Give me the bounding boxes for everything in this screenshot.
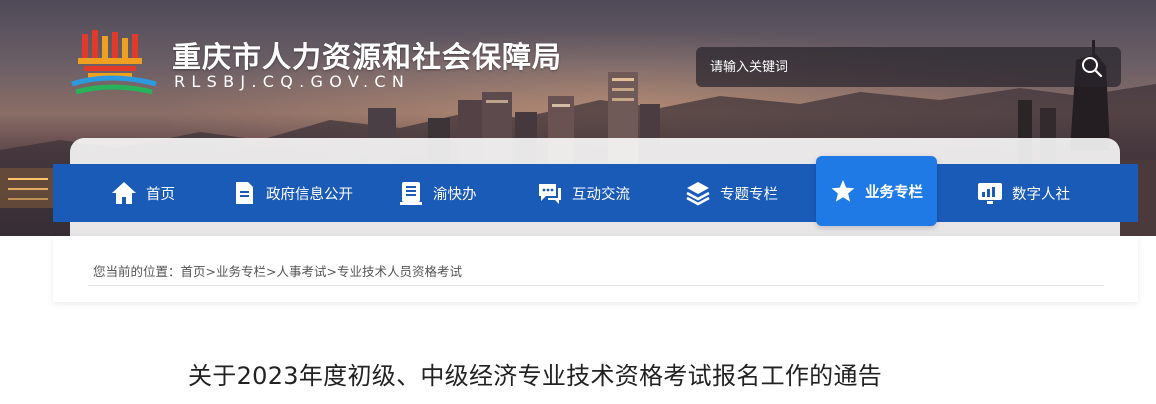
nav-item-business[interactable]: 业务专栏 [816, 156, 937, 226]
nav-item-home[interactable]: 首页 [111, 164, 175, 222]
chat-icon [539, 184, 561, 204]
nav-item-gov-info[interactable]: 政府信息公开 [231, 164, 353, 222]
breadcrumb-link-professional-exam[interactable]: 专业技术人员资格考试 [337, 264, 462, 279]
breadcrumb-prefix: 您当前的位置： [93, 264, 181, 279]
nav-item-label: 首页 [146, 186, 175, 203]
nav-item-interaction[interactable]: 互动交流 [537, 164, 630, 222]
star-icon [831, 180, 855, 202]
breadcrumb-divider [88, 285, 1104, 286]
search-icon[interactable] [1081, 56, 1103, 78]
breadcrumb-link-exams[interactable]: 人事考试 [277, 264, 327, 279]
breadcrumb-separator: > [266, 264, 277, 279]
monitor-chart-icon [978, 183, 1002, 204]
nav-item-label: 渝快办 [433, 186, 477, 203]
nav-item-label: 政府信息公开 [266, 186, 353, 203]
search-input[interactable] [710, 59, 1070, 75]
breadcrumb-separator: > [205, 264, 217, 279]
breadcrumb-link-home[interactable]: 首页 [181, 264, 206, 279]
home-icon [112, 182, 136, 204]
article-title: 关于2023年度初级、中级经济专业技术资格考试报名工作的通告 [188, 362, 883, 390]
nav-item-label: 专题专栏 [720, 186, 778, 203]
nav-item-label: 数字人社 [1012, 186, 1070, 203]
nav-item-digital[interactable]: 数字人社 [977, 164, 1070, 222]
breadcrumb-link-business[interactable]: 业务专栏 [216, 264, 266, 279]
document-icon [236, 182, 253, 204]
breadcrumb: 您当前的位置：首页>业务专栏>人事考试>专业技术人员资格考试 [93, 261, 462, 280]
breadcrumb-separator: > [326, 264, 338, 279]
search-bar [696, 47, 1121, 87]
site-domain: RLSBJ.CQ.GOV.CN [174, 72, 411, 91]
nav-item-label: 业务专栏 [865, 184, 923, 201]
government-building-logo[interactable] [70, 28, 162, 98]
layers-icon [686, 182, 710, 206]
nav-item-special-topics[interactable]: 专题专栏 [685, 164, 778, 222]
site-title[interactable]: 重庆市人力资源和社会保障局 [172, 34, 562, 76]
book-icon [400, 182, 422, 205]
main-nav: 首页 政府信息公开 渝快办 互动交流 专题专栏 业务专栏 数字人社 [53, 156, 1138, 226]
nav-item-yukuaiban[interactable]: 渝快办 [398, 164, 477, 222]
nav-item-label: 互动交流 [572, 186, 630, 203]
